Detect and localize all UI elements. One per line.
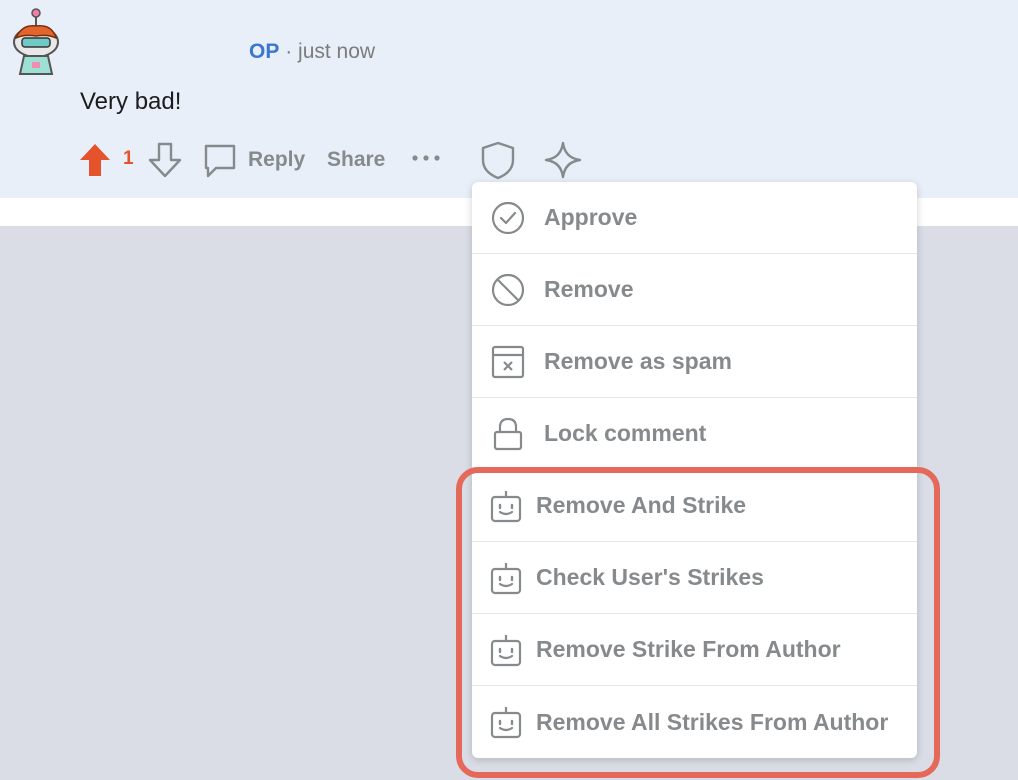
menu-item-label: Remove Strike From Author — [536, 636, 841, 662]
spam-box-icon — [491, 345, 525, 378]
menu-item-lock-comment[interactable]: Lock comment — [472, 398, 917, 470]
bot-icon — [490, 634, 522, 666]
sparkle-icon[interactable] — [543, 140, 583, 180]
menu-item-label: Remove — [544, 276, 634, 302]
menu-item-label: Remove All Strikes From Author — [536, 708, 889, 735]
comment-action-bar: 1 Reply Share — [0, 136, 700, 184]
upvote-icon[interactable] — [78, 142, 112, 178]
menu-item-approve[interactable]: Approve — [472, 182, 917, 254]
comment-meta: OP · just now — [249, 38, 375, 66]
reply-icon[interactable] — [202, 142, 238, 180]
menu-item-label: Remove And Strike — [536, 492, 747, 518]
comment-timestamp[interactable]: just now — [298, 40, 375, 63]
comment-body: Very bad! — [80, 88, 182, 115]
bot-icon — [490, 490, 522, 522]
menu-item-label: Lock comment — [544, 420, 707, 446]
mod-actions-menu: Approve Remove Remove as spam Lock comme… — [472, 182, 917, 758]
menu-item-remove-as-spam[interactable]: Remove as spam — [472, 326, 917, 398]
menu-item-label: Remove as spam — [544, 348, 732, 374]
avatar[interactable] — [8, 8, 64, 78]
reply-button[interactable]: Reply — [248, 148, 305, 172]
op-badge: OP — [249, 40, 280, 63]
menu-item-label: Check User's Strikes — [536, 564, 764, 590]
menu-item-check-user-strikes[interactable]: Check User's Strikes — [472, 542, 917, 614]
check-circle-icon — [491, 201, 525, 234]
meta-separator: · — [285, 40, 293, 63]
downvote-icon[interactable] — [148, 142, 182, 178]
lock-icon — [493, 417, 523, 450]
menu-item-remove-all-strikes-from-author[interactable]: Remove All Strikes From Author — [472, 686, 917, 758]
more-options-icon[interactable] — [410, 146, 442, 170]
prohibited-icon — [491, 273, 525, 306]
mod-shield-icon[interactable] — [480, 140, 516, 180]
bot-icon — [490, 562, 522, 594]
menu-item-remove-strike-from-author[interactable]: Remove Strike From Author — [472, 614, 917, 686]
menu-item-remove-and-strike[interactable]: Remove And Strike — [472, 470, 917, 542]
vote-score: 1 — [123, 148, 134, 169]
menu-item-remove[interactable]: Remove — [472, 254, 917, 326]
bot-icon — [490, 707, 522, 739]
share-button[interactable]: Share — [327, 148, 385, 172]
menu-item-label: Approve — [544, 204, 638, 230]
